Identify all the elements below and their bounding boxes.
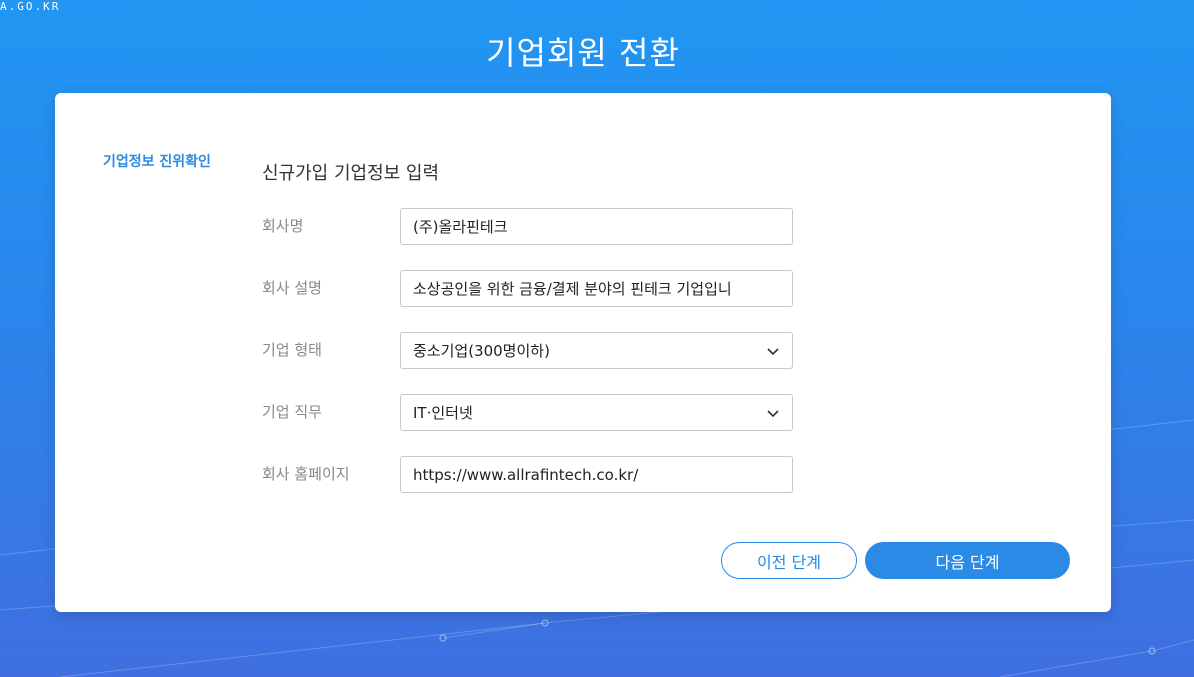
company-description-value: 소상공인을 위한 금융/결제 분야의 핀테크 기업입니 — [413, 280, 732, 298]
company-type-select[interactable]: 중소기업(300명이하) — [400, 332, 793, 369]
prev-step-button[interactable]: 이전 단계 — [721, 542, 857, 579]
company-description-label: 회사 설명 — [262, 279, 322, 297]
company-name-input[interactable]: (주)올라핀테크 — [400, 208, 793, 245]
next-step-button[interactable]: 다음 단계 — [865, 542, 1070, 579]
company-homepage-value: https://www.allrafintech.co.kr/ — [413, 465, 639, 484]
current-step-label: 기업정보 진위확인 — [103, 154, 211, 170]
company-industry-selected: IT·인터넷 — [413, 404, 473, 422]
company-industry-select[interactable]: IT·인터넷 — [400, 394, 793, 431]
site-url-text: A.GO.KR — [0, 0, 61, 13]
section-title: 신규가입 기업정보 입력 — [262, 163, 440, 184]
company-homepage-label: 회사 홈페이지 — [262, 465, 350, 483]
company-description-input[interactable]: 소상공인을 위한 금융/결제 분야의 핀테크 기업입니 — [400, 270, 793, 307]
chevron-down-icon — [767, 409, 779, 417]
company-name-value: (주)올라핀테크 — [413, 218, 508, 236]
company-type-selected: 중소기업(300명이하) — [413, 342, 550, 360]
company-industry-label: 기업 직무 — [262, 403, 322, 421]
page-title: 기업회원 전환 — [486, 34, 680, 72]
company-type-label: 기업 형태 — [262, 341, 322, 359]
company-homepage-input[interactable]: https://www.allrafintech.co.kr/ — [400, 456, 793, 493]
chevron-down-icon — [767, 347, 779, 355]
company-name-label: 회사명 — [262, 217, 304, 235]
conversion-form-card: 기업정보 진위확인 신규가입 기업정보 입력 회사명 (주)올라핀테크 회사 설… — [55, 93, 1111, 612]
